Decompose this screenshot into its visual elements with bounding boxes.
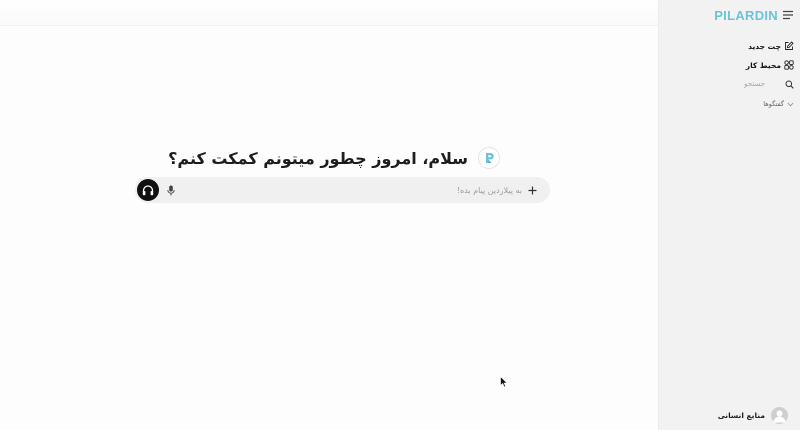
- greeting: سلام، امروز چطور میتونم کمکت کنم؟: [160, 146, 500, 170]
- plus-icon: [528, 186, 536, 194]
- user-name: منابع انسانی: [717, 410, 765, 420]
- user-profile[interactable]: منابع انسانی: [718, 406, 788, 424]
- menu-icon[interactable]: [782, 10, 794, 20]
- pilardin-logo-icon: [478, 147, 500, 169]
- greeting-text: سلام، امروز چطور میتونم کمکت کنم؟: [168, 148, 468, 168]
- sidebar: PILARDIN چت جدید محیط کار جستجو گفتگوها: [658, 0, 800, 430]
- chevron-down-icon: [787, 102, 794, 106]
- message-input[interactable]: [212, 180, 522, 200]
- avatar: [771, 406, 788, 424]
- add-attachment-button[interactable]: [522, 180, 542, 200]
- search-icon: [785, 80, 794, 89]
- sidebar-item-conversations[interactable]: گفتگوها: [763, 97, 794, 111]
- brand-logo[interactable]: PILARDIN: [714, 8, 778, 23]
- top-bar: [0, 0, 658, 26]
- edit-icon: [785, 41, 794, 50]
- voice-mode-button[interactable]: [137, 179, 159, 201]
- sidebar-item-workspace[interactable]: محیط کار: [746, 58, 794, 72]
- microphone-button[interactable]: [162, 181, 180, 199]
- sidebar-item-new-chat[interactable]: چت جدید: [748, 39, 794, 53]
- user-icon: [773, 410, 786, 422]
- headphones-icon: [142, 184, 154, 195]
- main-area: سلام، امروز چطور میتونم کمکت کنم؟: [0, 0, 658, 430]
- microphone-icon: [167, 185, 175, 195]
- sidebar-item-label: چت جدید: [748, 41, 781, 51]
- sidebar-search[interactable]: جستجو: [744, 77, 794, 91]
- sidebar-item-label: گفتگوها: [763, 100, 784, 108]
- message-composer: [135, 177, 550, 203]
- workspace-icon: [784, 60, 794, 70]
- mouse-cursor-icon: [500, 376, 508, 388]
- sidebar-item-label: محیط کار: [745, 60, 781, 70]
- search-placeholder: جستجو: [744, 80, 765, 88]
